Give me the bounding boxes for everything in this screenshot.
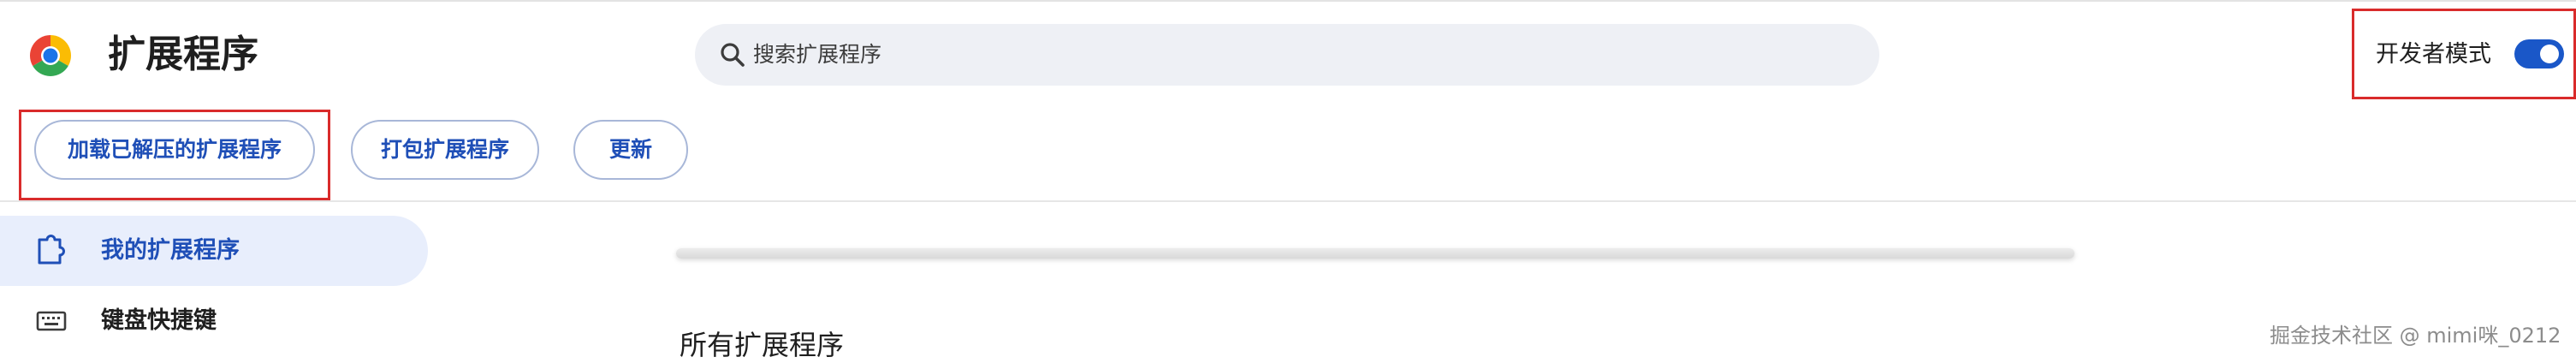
loading-placeholder-bar [676, 248, 2074, 259]
keyboard-icon [34, 305, 68, 337]
search-icon [717, 39, 748, 70]
top-border [0, 0, 2576, 2]
chrome-logo-icon [29, 34, 72, 77]
update-button[interactable]: 更新 [573, 120, 688, 180]
toolbar-divider [0, 200, 2576, 202]
section-title: 所有扩展程序 [680, 329, 845, 361]
sidebar-item-my-extensions[interactable]: 我的扩展程序 [0, 216, 428, 286]
search-bar[interactable] [695, 24, 1879, 86]
search-input[interactable] [753, 39, 1823, 71]
sidebar-item-label: 键盘快捷键 [101, 307, 217, 334]
toggle-knob [2540, 45, 2559, 63]
puzzle-icon [34, 235, 68, 267]
sidebar-item-label: 我的扩展程序 [101, 237, 240, 264]
developer-mode-label: 开发者模式 [2376, 41, 2491, 68]
developer-mode-toggle[interactable] [2514, 39, 2564, 68]
page-title: 扩展程序 [108, 33, 258, 76]
pack-extension-button[interactable]: 打包扩展程序 [351, 120, 539, 180]
load-unpacked-button[interactable]: 加载已解压的扩展程序 [34, 120, 315, 180]
watermark: 掘金技术社区 @ mimi咪_0212 [2270, 324, 2561, 348]
sidebar-item-keyboard-shortcuts[interactable]: 键盘快捷键 [0, 286, 428, 356]
